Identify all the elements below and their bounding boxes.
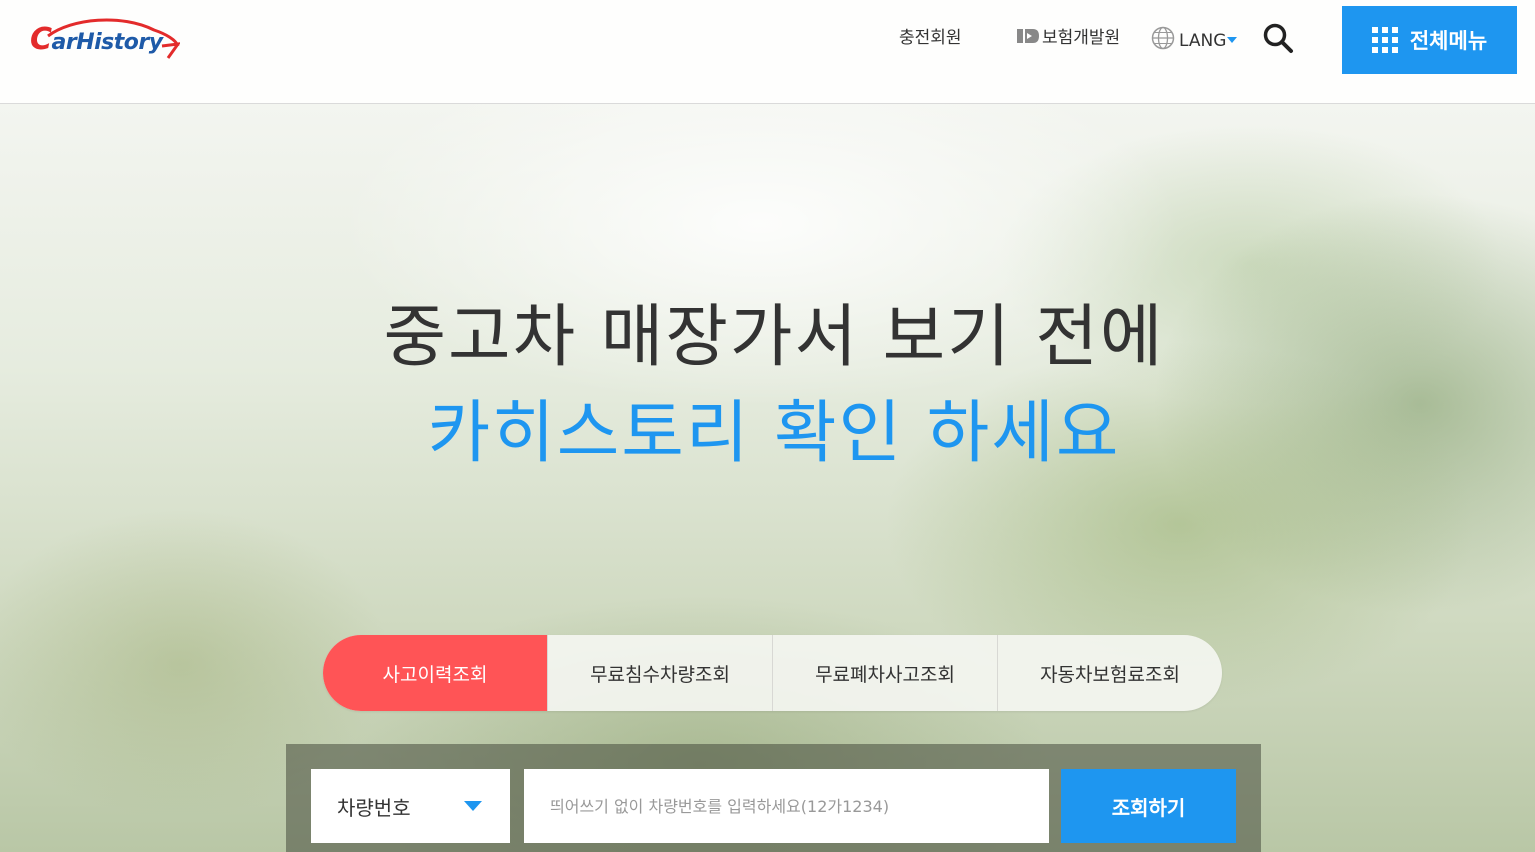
hero-headline: 중고차 매장가서 보기 전에 <box>383 298 1165 377</box>
globe-icon <box>1151 26 1175 50</box>
tab-scrapped-vehicle[interactable]: 무료폐차사고조회 <box>772 635 997 711</box>
all-menu-label: 전체메뉴 <box>1409 30 1488 53</box>
logo-text: CarHistory <box>30 22 163 57</box>
tab-flood-vehicle[interactable]: 무료침수차량조회 <box>547 635 772 711</box>
dropdown-arrow-icon <box>464 801 482 811</box>
tab-insurance-rate[interactable]: 자동차보험료조회 <box>997 635 1222 711</box>
search-icon[interactable] <box>1262 22 1294 54</box>
plate-number-input[interactable] <box>524 769 1049 843</box>
hero-subheadline: 카히스토리 확인 하세요 <box>427 394 1121 473</box>
nav-join-member[interactable]: 충전회원 <box>899 26 962 50</box>
search-type-value: 차량번호 <box>337 795 411 820</box>
nav-kidi-label: 보험개발원 <box>1042 28 1121 48</box>
carhistory-logo[interactable]: CarHistory <box>28 16 180 68</box>
site-header: CarHistory 충전회원 보험개발원 LANG 전체메뉴 <box>0 0 1535 104</box>
language-label: LANG <box>1179 31 1227 51</box>
language-selector[interactable]: LANG <box>1151 26 1238 53</box>
caret-down-icon <box>1227 37 1238 43</box>
tab-accident-history[interactable]: 사고이력조회 <box>323 635 547 711</box>
search-submit-button[interactable]: 조회하기 <box>1061 769 1236 843</box>
grid-icon <box>1371 27 1398 53</box>
service-tabs: 사고이력조회 무료침수차량조회 무료폐차사고조회 자동차보험료조회 <box>323 635 1222 711</box>
nav-kidi-link[interactable]: 보험개발원 <box>1016 26 1120 50</box>
search-type-select[interactable]: 차량번호 <box>311 769 510 843</box>
kidi-logo-icon <box>1017 29 1039 43</box>
all-menu-button[interactable]: 전체메뉴 <box>1342 6 1517 74</box>
